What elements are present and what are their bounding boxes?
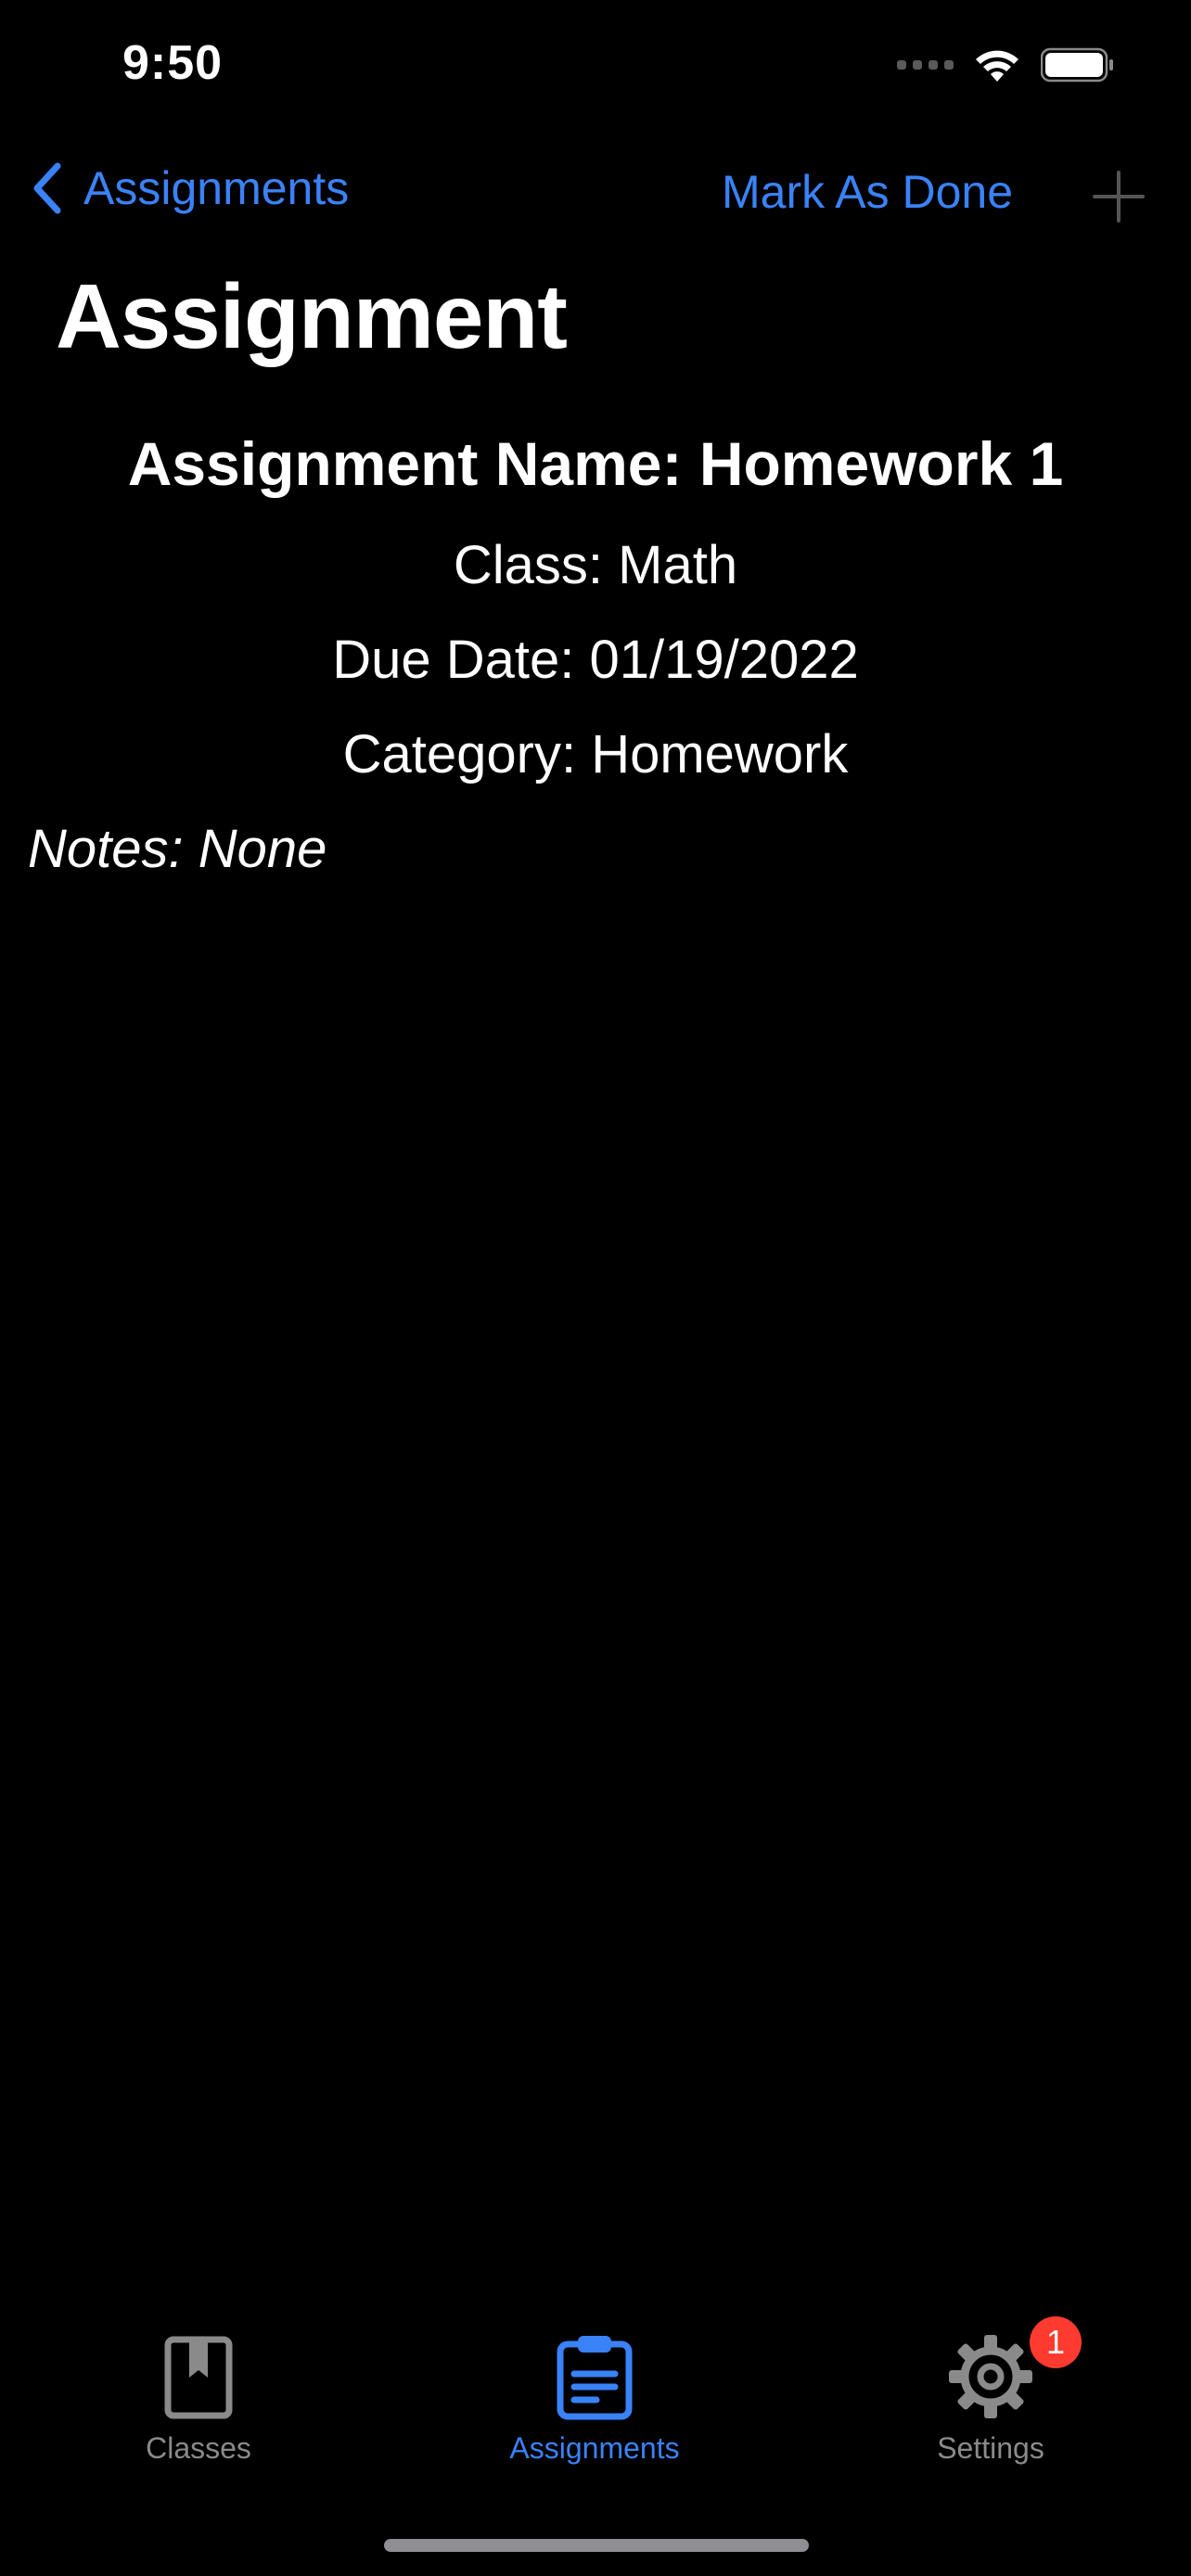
mark-as-done-button[interactable]: Mark As Done: [722, 165, 1013, 219]
home-indicator[interactable]: [384, 2539, 809, 2552]
gear-icon: [949, 2335, 1032, 2418]
status-bar: 9:50: [0, 0, 1191, 139]
wifi-icon: [976, 50, 1018, 82]
battery-icon: [1041, 47, 1113, 83]
assignment-due-date: Due Date: 01/19/2022: [332, 630, 859, 690]
tab-assignments[interactable]: Assignments: [455, 2327, 734, 2466]
settings-badge: 1: [1030, 2316, 1082, 2368]
tab-bar: Classes Assignments 1 Settings: [0, 2316, 1191, 2513]
assignment-class: Class: Math: [453, 535, 738, 595]
cellular-signal-icon: [897, 60, 954, 70]
tab-settings-label: Settings: [937, 2431, 1044, 2465]
status-time: 9:50: [122, 36, 224, 90]
tab-settings[interactable]: 1 Settings: [852, 2316, 1130, 2466]
tab-assignments-label: Assignments: [509, 2431, 680, 2465]
add-icon[interactable]: [1089, 167, 1148, 226]
tab-classes[interactable]: Classes: [59, 2327, 338, 2466]
clipboard-icon: [557, 2336, 633, 2420]
assignment-name: Assignment Name: Homework 1: [127, 429, 1064, 498]
navigation-bar: Assignments Mark As Done: [0, 148, 1191, 241]
back-button-label: Assignments: [83, 162, 350, 214]
tab-classes-label: Classes: [146, 2431, 251, 2465]
back-button[interactable]: Assignments: [32, 161, 349, 215]
status-icons: [897, 46, 1115, 83]
book-icon: [164, 2336, 233, 2419]
chevron-left-icon: [33, 162, 61, 214]
assignment-notes: Notes: None: [28, 819, 327, 879]
page-title: Assignment: [56, 265, 568, 367]
assignment-category: Category: Homework: [342, 724, 849, 784]
